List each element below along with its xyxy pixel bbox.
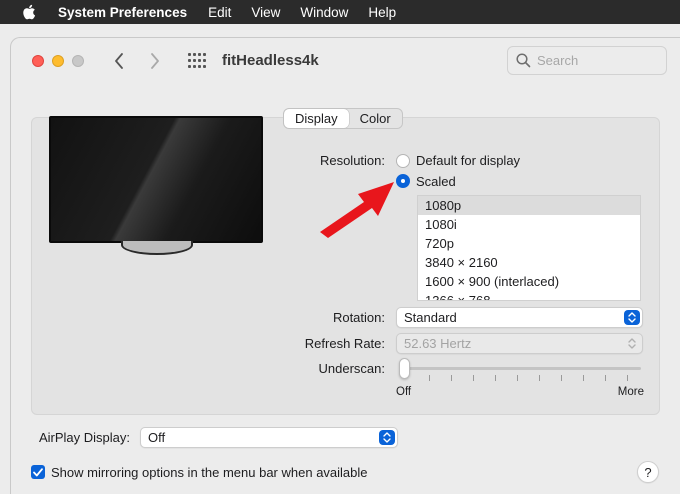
menu-edit[interactable]: Edit: [208, 5, 231, 20]
underscan-label: Underscan:: [318, 361, 385, 376]
close-button[interactable]: [32, 55, 44, 67]
zoom-button[interactable]: [72, 55, 84, 67]
tab-display[interactable]: Display: [284, 109, 349, 128]
menu-app-name[interactable]: System Preferences: [58, 5, 187, 20]
menu-view[interactable]: View: [251, 5, 280, 20]
tab-bar: Display Color: [283, 108, 403, 129]
default-radio[interactable]: [396, 154, 410, 168]
underscan-slider-thumb[interactable]: [399, 358, 410, 379]
slider-tick: [473, 375, 474, 381]
resolution-option[interactable]: 1366 × 768: [418, 291, 640, 300]
help-button[interactable]: ?: [637, 461, 659, 483]
slider-tick: [605, 375, 606, 381]
title-bar: fitHeadless4k: [11, 38, 680, 88]
show-all-grid-icon[interactable]: [188, 53, 206, 69]
default-radio-label[interactable]: Default for display: [416, 153, 520, 168]
select-stepper-icon: [379, 430, 395, 445]
search-icon: [516, 53, 531, 68]
slider-tick: [429, 375, 430, 381]
rotation-value: Standard: [404, 310, 457, 325]
select-stepper-icon: [624, 310, 640, 325]
display-preview-image: [49, 116, 263, 243]
resolution-option[interactable]: 1080p: [418, 196, 640, 215]
slider-tick: [495, 375, 496, 381]
slider-tick: [583, 375, 584, 381]
scaled-radio-label[interactable]: Scaled: [416, 174, 456, 189]
airplay-select[interactable]: Off: [140, 427, 398, 448]
refresh-rate-value: 52.63 Hertz: [404, 336, 472, 351]
scaled-radio[interactable]: [396, 174, 410, 188]
minimize-button[interactable]: [52, 55, 64, 67]
airplay-label: AirPlay Display:: [38, 430, 130, 445]
slider-tick: [451, 375, 452, 381]
window-title: fitHeadless4k: [222, 52, 319, 69]
mirroring-checkbox[interactable]: [31, 465, 45, 479]
chevron-right-icon: [151, 53, 159, 69]
menu-window[interactable]: Window: [300, 5, 348, 20]
slider-tick: [561, 375, 562, 381]
resolution-option[interactable]: 1600 × 900 (interlaced): [418, 272, 640, 291]
chevron-left-icon: [115, 53, 123, 69]
refresh-rate-label: Refresh Rate:: [304, 336, 385, 351]
checkmark-icon: [33, 467, 43, 476]
rotation-select[interactable]: Standard: [396, 307, 643, 328]
tab-color[interactable]: Color: [349, 109, 402, 128]
refresh-rate-select: 52.63 Hertz: [396, 333, 643, 354]
resolution-label: Resolution:: [319, 153, 385, 168]
forward-button[interactable]: [144, 50, 166, 72]
select-stepper-icon: [624, 336, 640, 351]
underscan-slider-track[interactable]: [399, 367, 641, 370]
underscan-max-label: More: [617, 386, 644, 398]
resolution-list[interactable]: 1080p 1080i 720p 3840 × 2160 1600 × 900 …: [417, 195, 641, 301]
search-input[interactable]: [537, 53, 657, 68]
rotation-label: Rotation:: [332, 310, 385, 325]
slider-tick: [539, 375, 540, 381]
resolution-option[interactable]: 3840 × 2160: [418, 253, 640, 272]
menu-help[interactable]: Help: [368, 5, 396, 20]
menu-bar: System Preferences Edit View Window Help: [0, 0, 680, 24]
search-field[interactable]: [507, 46, 667, 75]
slider-tick: [517, 375, 518, 381]
resolution-option[interactable]: 1080i: [418, 215, 640, 234]
resolution-option[interactable]: 720p: [418, 234, 640, 253]
red-arrow-annotation: [320, 182, 394, 238]
slider-tick: [627, 375, 628, 381]
underscan-min-label: Off: [396, 386, 412, 398]
mirroring-label[interactable]: Show mirroring options in the menu bar w…: [51, 465, 368, 480]
apple-menu-icon[interactable]: [0, 4, 58, 20]
back-button[interactable]: [108, 50, 130, 72]
airplay-value: Off: [148, 430, 166, 445]
